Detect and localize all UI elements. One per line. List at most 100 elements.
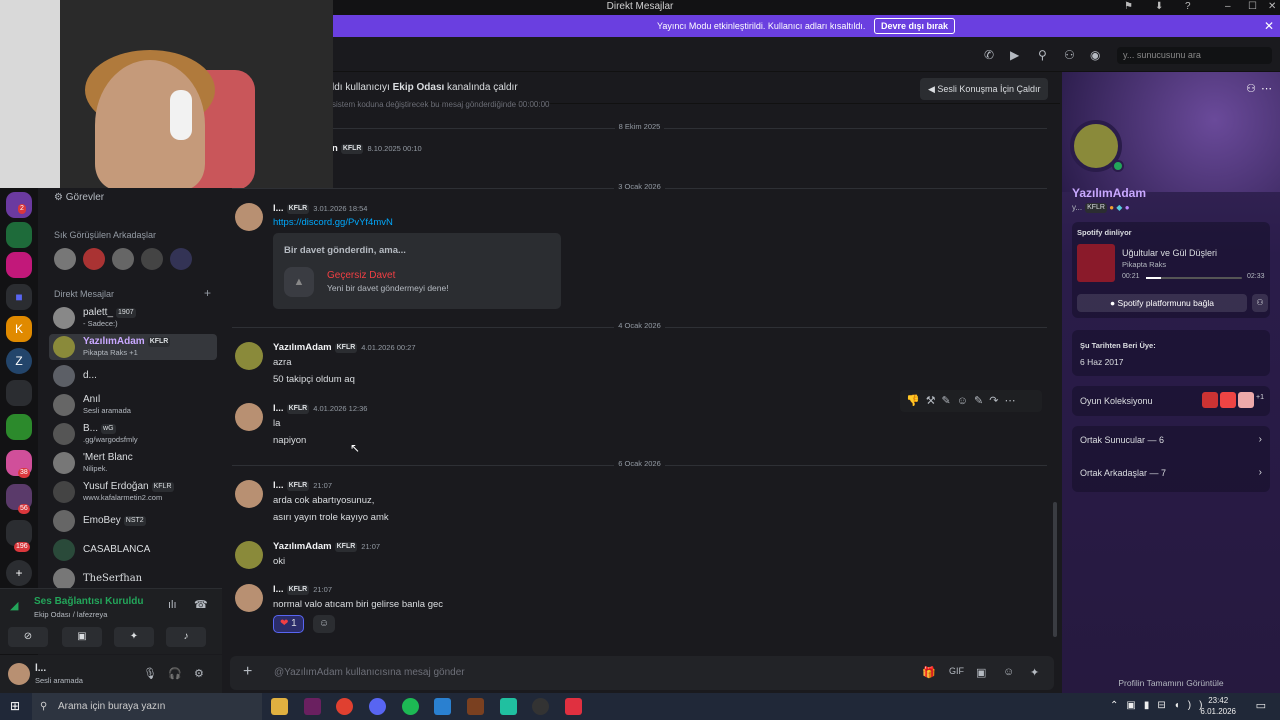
app-icon[interactable]: [500, 698, 517, 715]
avatar[interactable]: [235, 584, 263, 612]
dm-item[interactable]: Anıl Sesli aramada: [49, 392, 217, 418]
album-art[interactable]: [1077, 244, 1115, 282]
vscode-icon[interactable]: [434, 698, 451, 715]
close-window-icon[interactable]: ✕: [1268, 0, 1276, 13]
server-icon[interactable]: [6, 252, 32, 278]
connect-spotify-button[interactable]: ● Spotify platformunu bağla: [1077, 294, 1247, 312]
folder-icon[interactable]: ■: [6, 284, 32, 310]
server-icon[interactable]: [6, 414, 32, 440]
activities-button[interactable]: ✦: [114, 627, 154, 647]
ring-button[interactable]: ◀ Sesli Konuşma İçin Çaldır: [920, 78, 1049, 100]
invite-link[interactable]: https://discord.gg/PvYf4mvN: [273, 217, 393, 228]
app-icon[interactable]: [304, 698, 321, 715]
message-input[interactable]: @YazılımAdam kullanıcısına mesaj gönder: [274, 667, 465, 678]
notifications-icon[interactable]: ▭: [1256, 699, 1266, 712]
disconnect-icon[interactable]: ☎: [194, 598, 208, 611]
start-icon[interactable]: ⊞: [10, 699, 20, 713]
spotify-icon[interactable]: [402, 698, 419, 715]
soundboard-button[interactable]: ♪: [166, 627, 206, 647]
explorer-icon[interactable]: [271, 698, 288, 715]
profile-toggle-icon[interactable]: ◉: [1090, 48, 1100, 62]
avatar[interactable]: [235, 342, 263, 370]
game-icon[interactable]: [1238, 392, 1254, 408]
chrome-icon[interactable]: [336, 698, 353, 715]
game-collection-card[interactable]: Oyun Koleksiyonu +1: [1072, 386, 1270, 416]
dm-item[interactable]: TheSerfhan: [49, 566, 217, 588]
avatar[interactable]: [141, 248, 163, 270]
new-dm-icon[interactable]: +: [204, 286, 211, 300]
dm-item-selected[interactable]: YazılımAdam KFLR Pikapta Raks +1: [49, 334, 217, 360]
attach-icon[interactable]: +: [243, 663, 252, 681]
avatar[interactable]: [235, 203, 263, 231]
taskbar-search[interactable]: ⚲ Arama için buraya yazın: [32, 693, 262, 720]
sticker-icon[interactable]: ▣: [976, 666, 986, 679]
more-options-icon[interactable]: ⋯: [1261, 82, 1272, 95]
call-icon[interactable]: ✆: [984, 48, 994, 62]
minimize-icon[interactable]: –: [1225, 0, 1231, 13]
dm-item[interactable]: EmoBey NST2: [49, 508, 217, 534]
video-icon[interactable]: ▶: [1010, 48, 1019, 62]
headphones-icon[interactable]: 🎧: [168, 667, 182, 680]
game-app-icon[interactable]: [467, 698, 484, 715]
add-server-icon[interactable]: +: [6, 560, 32, 586]
inbox-icon[interactable]: ⚑: [1124, 0, 1133, 13]
reaction-heart[interactable]: ❤ 1: [273, 615, 304, 633]
avatar[interactable]: [170, 248, 192, 270]
dm-item[interactable]: d...: [49, 363, 217, 389]
avatar[interactable]: [83, 248, 105, 270]
maximize-icon[interactable]: ☐: [1248, 0, 1257, 13]
apps-icon[interactable]: ✦: [1030, 666, 1039, 679]
system-tray-icons[interactable]: ⌃▣▮⊟◖)): [1110, 700, 1210, 711]
server-icon[interactable]: [6, 222, 32, 248]
taskbar-clock[interactable]: 23:42 6.01.2026: [1200, 695, 1236, 717]
app-icon[interactable]: [565, 698, 582, 715]
obs-icon[interactable]: [532, 698, 549, 715]
emoji-icon[interactable]: ☺: [1003, 666, 1014, 678]
message-actions-toolbar[interactable]: 👎⚒✎☺✎↷⋯: [900, 390, 1042, 412]
dm-item[interactable]: CASABLANCA: [49, 537, 217, 563]
game-icon[interactable]: [1202, 392, 1218, 408]
avatar[interactable]: [235, 480, 263, 508]
mutual-friends[interactable]: Ortak Arkadaşlar — 7: [1080, 468, 1166, 478]
song-artist[interactable]: Pikapta Raks: [1122, 260, 1166, 269]
voice-channel[interactable]: Ekip Odası / lafezreya: [34, 610, 107, 619]
search-input[interactable]: y... sunucusunu ara: [1117, 47, 1272, 64]
chat-scrollbar[interactable]: [1053, 502, 1057, 637]
add-friend-icon[interactable]: ⚇: [1064, 48, 1075, 62]
screen-share-button[interactable]: ▣: [62, 627, 102, 647]
gift-icon[interactable]: 🎁: [922, 666, 936, 679]
game-icon[interactable]: [1220, 392, 1236, 408]
mutual-servers[interactable]: Ortak Sunucular — 6: [1080, 435, 1164, 445]
dm-item[interactable]: palett_ 1907- Sadece:): [49, 305, 217, 331]
user-name[interactable]: l...: [35, 663, 46, 674]
server-icon[interactable]: Z: [6, 348, 32, 374]
avatar[interactable]: [112, 248, 134, 270]
microphone-icon[interactable]: 🎙: [143, 667, 157, 680]
add-friend-icon[interactable]: ⚇: [1246, 82, 1256, 95]
discord-icon[interactable]: [369, 698, 386, 715]
avatar[interactable]: [8, 663, 30, 685]
settings-icon[interactable]: ⚙: [194, 667, 204, 680]
disable-streamer-mode-button[interactable]: Devre dışı bırak: [873, 18, 955, 34]
close-banner-icon[interactable]: ✕: [1264, 15, 1274, 37]
gif-icon[interactable]: GIF: [949, 666, 964, 676]
view-full-profile-link[interactable]: Profilin Tamamını Görüntüle: [1062, 678, 1280, 688]
chevron-right-icon[interactable]: ›: [1259, 467, 1262, 478]
avatar[interactable]: [54, 248, 76, 270]
tasks-link[interactable]: ⚙ Görevler: [54, 192, 104, 203]
dm-item[interactable]: Yusuf Erdoğan KFLR www.kafalarmetin2.com: [49, 479, 217, 505]
server-icon[interactable]: [6, 380, 32, 406]
avatar[interactable]: [235, 541, 263, 569]
camera-off-button[interactable]: ⊘: [8, 627, 48, 647]
chevron-right-icon[interactable]: ›: [1259, 434, 1262, 445]
server-icon[interactable]: K: [6, 316, 32, 342]
avatar[interactable]: [235, 403, 263, 431]
update-icon[interactable]: ⬇: [1155, 0, 1163, 13]
pin-icon[interactable]: ⚲: [1038, 48, 1047, 62]
add-reaction-icon[interactable]: ☺: [313, 615, 335, 633]
noise-suppression-icon[interactable]: ılı: [168, 599, 177, 611]
song-title[interactable]: Uğultular ve Gül Düşleri: [1122, 248, 1217, 258]
dm-item[interactable]: B... wG .gg/wargodsfmly: [49, 421, 217, 447]
help-icon[interactable]: ?: [1185, 0, 1191, 13]
user-icon[interactable]: ⚇: [1252, 294, 1268, 312]
